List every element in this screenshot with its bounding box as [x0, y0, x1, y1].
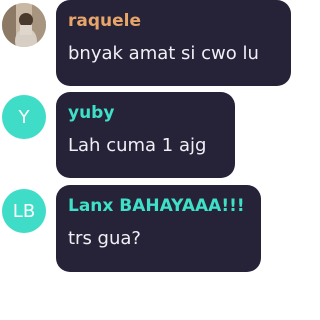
- avatar-initials: Y: [18, 106, 30, 128]
- user-avatar-initials[interactable]: LB: [2, 189, 46, 233]
- message-text: Lah cuma 1 ajg: [68, 135, 207, 156]
- user-avatar-initials[interactable]: Y: [2, 95, 46, 139]
- message-text: bnyak amat si cwo lu: [68, 43, 259, 64]
- avatar-photo-image: [2, 3, 46, 47]
- message-bubble[interactable]: Lanx BAHAYAAA!!! trs gua?: [56, 185, 261, 272]
- avatar-initials: LB: [12, 200, 36, 222]
- sender-name[interactable]: yuby: [68, 102, 223, 124]
- message-text: trs gua?: [68, 228, 141, 249]
- sender-name[interactable]: Lanx BAHAYAAA!!!: [68, 195, 249, 217]
- sender-name[interactable]: raquele: [68, 10, 279, 32]
- message-bubble[interactable]: raquele bnyak amat si cwo lu: [56, 0, 291, 86]
- user-avatar-photo[interactable]: [2, 3, 46, 47]
- message-bubble[interactable]: yuby Lah cuma 1 ajg: [56, 92, 235, 178]
- chat-message-list: raquele bnyak amat si cwo lu Y yuby Lah …: [0, 0, 296, 320]
